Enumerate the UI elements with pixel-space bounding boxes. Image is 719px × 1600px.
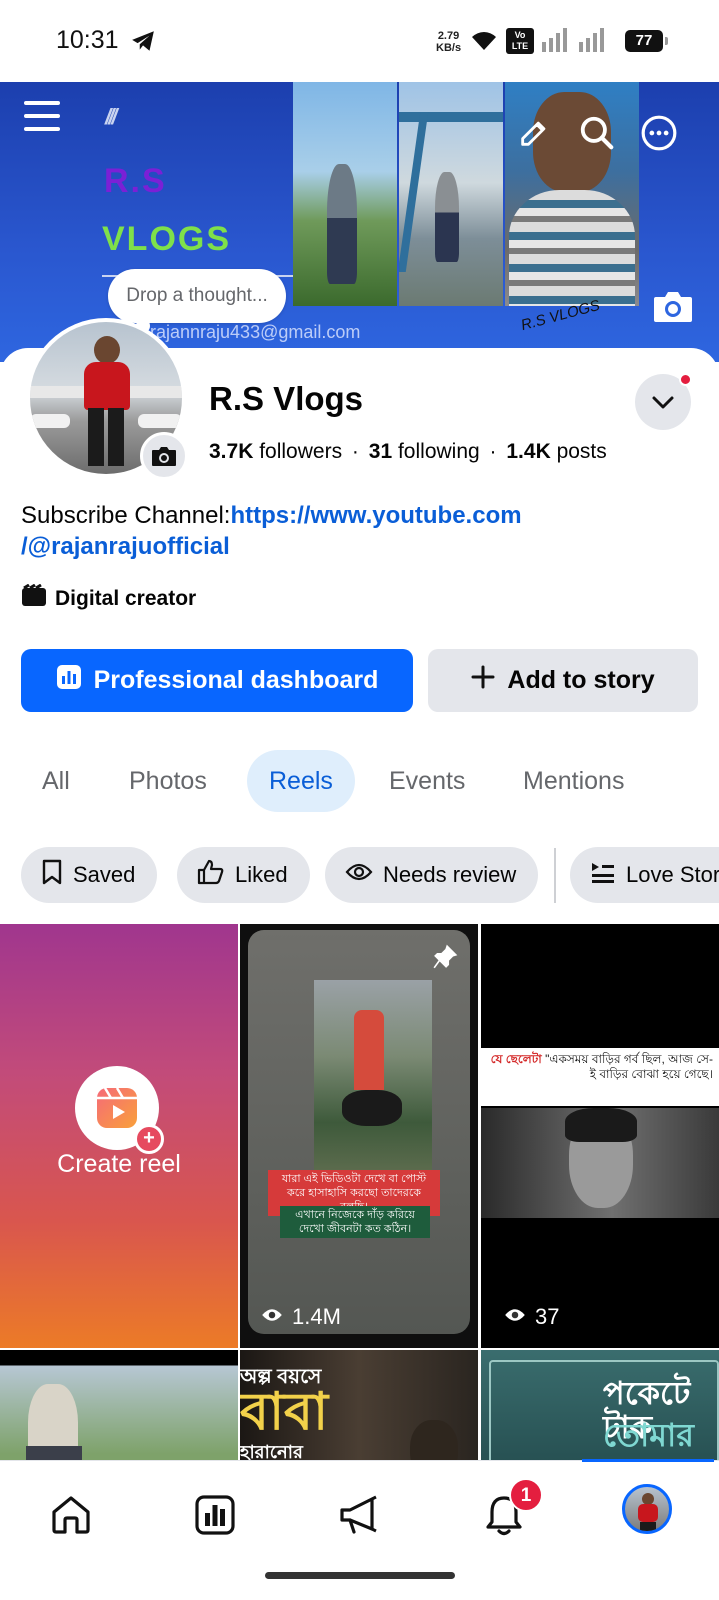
reel-tile[interactable]: যারা এই ভিডিওটা দেখে বা পোস্ট করে হাসাহা… <box>240 924 478 1348</box>
profile-stats: 3.7K followers · 31 following · 1.4K pos… <box>209 440 607 464</box>
filter-chip-needs-review[interactable]: Needs review <box>325 847 539 903</box>
more-icon[interactable] <box>640 114 678 157</box>
profile-switcher-button[interactable] <box>635 373 692 430</box>
reel-tile[interactable]: যে ছেলেটা "একসময় বাড়ির গর্ব ছিল, আজ সে… <box>481 924 719 1348</box>
volte-icon: Vo LTE <box>506 28 534 54</box>
reel-views: 37 <box>503 1304 559 1330</box>
reel-views: 1.4M <box>260 1304 341 1330</box>
cover-photo-2 <box>399 82 503 306</box>
bottom-navigation <box>0 1459 719 1600</box>
tab-mentions[interactable]: Mentions <box>501 750 646 812</box>
stats-separator: · <box>351 440 359 463</box>
chip-label: Liked <box>235 862 288 887</box>
search-icon[interactable] <box>578 114 616 157</box>
reel-video-frame <box>314 980 432 1170</box>
profile-name: R.S Vlogs <box>209 380 364 417</box>
nav-home[interactable] <box>41 1489 101 1545</box>
tab-photos[interactable]: Photos <box>107 750 229 812</box>
plus-icon <box>471 665 495 696</box>
chevron-down-icon <box>651 392 675 417</box>
following-count[interactable]: 31 <box>369 440 392 463</box>
profile-screen: 10:31 2.79 KB/s Vo LTE 77 /// R.S VLOGS r… <box>0 0 719 1600</box>
notifications-badge: 1 <box>509 1478 543 1512</box>
cover-photo-1 <box>293 82 397 306</box>
wifi-icon <box>470 28 498 57</box>
chip-label: Love Stor <box>626 862 719 887</box>
tab-reels[interactable]: Reels <box>247 750 355 812</box>
dashboard-label: Professional dashboard <box>93 666 379 694</box>
signal-1-icon <box>541 28 571 57</box>
filter-chip-liked[interactable]: Liked <box>177 847 310 903</box>
status-bar: 10:31 2.79 KB/s Vo LTE 77 <box>0 0 719 82</box>
nav-dashboard[interactable] <box>185 1489 245 1545</box>
profile-bio: Subscribe Channel:https://www.youtube.co… <box>21 500 701 562</box>
telegram-icon <box>130 28 156 59</box>
thought-bubble[interactable]: Drop a thought... <box>108 269 286 333</box>
eye-icon <box>260 1304 284 1330</box>
category-label: Digital creator <box>55 587 197 610</box>
bookmark-icon <box>41 859 63 891</box>
reel-video-frame <box>481 1108 719 1218</box>
content-tabs: All Photos Reels Events Mentions <box>0 750 719 812</box>
avatar-camera-button[interactable] <box>140 432 188 480</box>
stats-separator: · <box>489 440 497 463</box>
reel-caption-2: এখানে নিজেকে দাঁড় করিয়ে দেখো জীবনটা কত… <box>280 1206 430 1238</box>
posts-label: posts <box>556 440 607 463</box>
megaphone-icon <box>338 1495 382 1540</box>
nav-profile-avatar[interactable] <box>622 1484 672 1534</box>
reel-caption: বাবা <box>240 1383 329 1441</box>
reels-grid: + Create reel যারা এই ভিডিওটা দেখে বা পো… <box>0 924 719 1480</box>
chip-label: Saved <box>73 862 136 887</box>
reel-caption: যে ছেলেটা "একসময় বাড়ির গর্ব ছিল, আজ সে… <box>481 1048 719 1106</box>
followers-label[interactable]: followers <box>259 440 342 463</box>
eye-icon <box>345 861 373 889</box>
pin-icon <box>432 944 458 975</box>
network-speed: 2.79 KB/s <box>436 30 462 54</box>
create-reel-label: Create reel <box>57 1150 181 1178</box>
chip-divider <box>554 848 556 903</box>
add-to-story-label: Add to story <box>507 666 655 694</box>
clapperboard-icon <box>21 583 47 614</box>
notification-dot <box>679 373 692 386</box>
analytics-icon <box>195 1494 235 1540</box>
active-tab-indicator <box>582 1459 714 1462</box>
followers-count[interactable]: 3.7K <box>209 440 253 463</box>
tab-events[interactable]: Events <box>367 750 487 812</box>
status-time: 10:31 <box>56 26 119 54</box>
bio-text: Subscribe Channel: <box>21 502 231 529</box>
tab-all[interactable]: All <box>20 750 92 812</box>
add-to-story-button[interactable]: Add to story <box>428 649 698 712</box>
create-reel-tile[interactable]: + Create reel <box>0 924 238 1348</box>
playlist-icon <box>590 860 616 890</box>
chip-label: Needs review <box>383 862 517 887</box>
cover-logo-vlogs: VLOGS <box>102 220 232 258</box>
home-icon <box>50 1494 92 1541</box>
battery-indicator: 77 <box>625 30 668 52</box>
cover-logo-rs: R.S <box>104 162 167 200</box>
filter-chip-saved[interactable]: Saved <box>21 847 158 903</box>
cover-camera-icon[interactable] <box>652 287 694 325</box>
thumbs-up-icon <box>197 859 225 891</box>
posts-count: 1.4K <box>506 440 551 463</box>
following-label[interactable]: following <box>398 440 480 463</box>
signal-2-icon <box>578 28 608 57</box>
eye-icon <box>503 1304 527 1330</box>
menu-icon[interactable] <box>24 100 60 137</box>
edit-icon[interactable] <box>517 116 551 155</box>
profile-category: Digital creator <box>21 583 197 614</box>
cover-email: rajannraju433@gmail.com <box>150 322 361 342</box>
nav-ads[interactable] <box>330 1489 390 1545</box>
cover-logo-slashes: /// <box>105 104 117 129</box>
dashboard-icon <box>56 664 82 697</box>
filter-chip-love-story[interactable]: Love Stor <box>570 847 719 903</box>
professional-dashboard-button[interactable]: Professional dashboard <box>21 649 413 712</box>
home-indicator[interactable] <box>265 1572 455 1579</box>
